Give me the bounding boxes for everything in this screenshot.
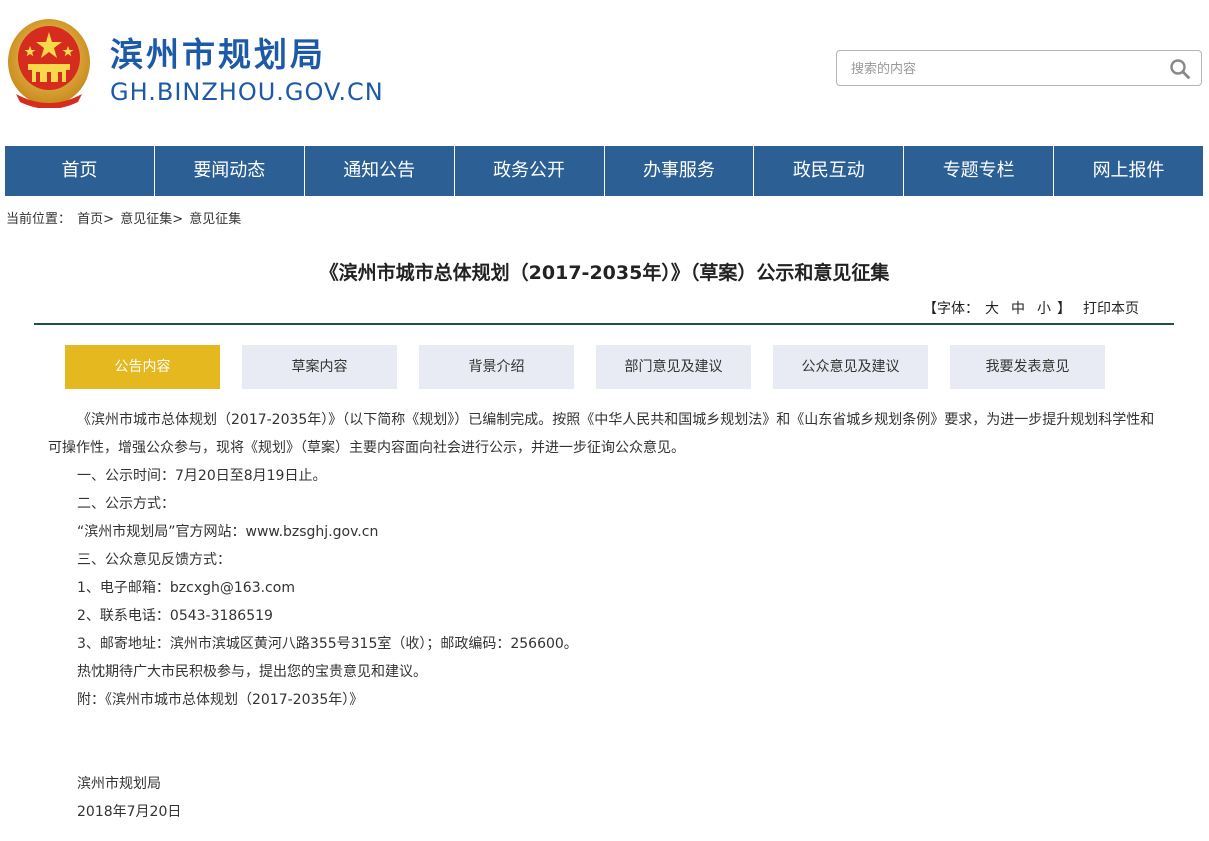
search-input[interactable]	[851, 59, 1151, 79]
nav-item-services[interactable]: 办事服务	[605, 146, 755, 196]
content-tabs: 公告内容 草案内容 背景介绍 部门意见及建议 公众意见及建议 我要发表意见	[65, 345, 1127, 389]
nav-item-news[interactable]: 要闻动态	[155, 146, 305, 196]
content-line: 一、公示时间：7月20日至8月19日止。	[77, 468, 327, 484]
content-line: 三、公众意见反馈方式：	[77, 552, 231, 568]
article-title: 《滨州市城市总体规划（2017-2035年）》（草案）公示和意见征集	[319, 262, 890, 284]
font-size-close-bracket: 】	[1057, 301, 1071, 317]
content-line: “滨州市规划局”官方网站：www.bzsghj.gov.cn	[77, 524, 379, 540]
tab-background[interactable]: 背景介绍	[419, 345, 574, 389]
main-nav: 首页 要闻动态 通知公告 政务公开 办事服务 政民互动 专题专栏 网上报件	[5, 146, 1203, 196]
font-size-label: 【字体：	[923, 301, 979, 317]
search-box	[836, 50, 1202, 86]
breadcrumb-label: 当前位置：	[6, 212, 72, 227]
breadcrumb-opinion[interactable]: 意见征集>	[120, 212, 183, 227]
nav-item-topics[interactable]: 专题专栏	[904, 146, 1055, 196]
signature: 滨州市规划局	[77, 776, 161, 792]
nav-item-interaction[interactable]: 政民互动	[754, 146, 905, 196]
nav-item-gov-affairs[interactable]: 政务公开	[455, 146, 605, 196]
title-divider	[34, 323, 1174, 325]
intro-paragraph: 《滨州市城市总体规划（2017-2035年）》（以下简称《规划》）已编制完成。按…	[48, 412, 1155, 456]
announcement-content: 《滨州市城市总体规划（2017-2035年）》（以下简称《规划》）已编制完成。按…	[48, 406, 1168, 826]
font-size-large-button[interactable]: 大	[985, 301, 999, 317]
tab-public-opinions[interactable]: 公众意见及建议	[773, 345, 928, 389]
tab-department-opinions[interactable]: 部门意见及建议	[596, 345, 751, 389]
search-icon[interactable]	[1169, 58, 1191, 80]
print-page-button[interactable]: 打印本页	[1083, 301, 1139, 317]
breadcrumb-current[interactable]: 意见征集	[189, 212, 241, 227]
nav-item-home[interactable]: 首页	[5, 146, 155, 196]
tab-announcement[interactable]: 公告内容	[65, 345, 220, 389]
breadcrumb: 当前位置： 首页> 意见征集> 意见征集	[6, 208, 243, 227]
content-line: 1、电子邮箱：bzcxgh@163.com	[77, 580, 295, 596]
content-line: 二、公示方式：	[77, 496, 175, 512]
publish-date: 2018年7月20日	[77, 804, 182, 820]
site-title[interactable]: 滨州市规划局	[110, 28, 326, 76]
font-size-medium-button[interactable]: 中	[1011, 301, 1025, 317]
site-domain[interactable]: GH.BINZHOU.GOV.CN	[110, 78, 384, 106]
article-tools: 【字体： 大中小】打印本页	[923, 298, 1139, 318]
nav-item-online-filing[interactable]: 网上报件	[1054, 146, 1203, 196]
national-emblem-icon[interactable]	[6, 16, 92, 108]
site-header: 滨州市规划局 GH.BINZHOU.GOV.CN	[0, 0, 1209, 140]
tab-draft[interactable]: 草案内容	[242, 345, 397, 389]
tab-submit-opinion[interactable]: 我要发表意见	[950, 345, 1105, 389]
font-size-small-button[interactable]: 小	[1037, 301, 1051, 317]
content-line: 热忱期待广大市民积极参与，提出您的宝贵意见和建议。	[77, 664, 427, 680]
attachment-link[interactable]: 附：《滨州市城市总体规划（2017-2035年）》	[48, 686, 1168, 714]
content-line: 2、联系电话：0543-3186519	[77, 608, 273, 624]
content-line: 3、邮寄地址：滨州市滨城区黄河八路355号315室（收）；邮政编码：256600…	[77, 636, 578, 652]
nav-item-notices[interactable]: 通知公告	[305, 146, 455, 196]
breadcrumb-home[interactable]: 首页>	[77, 212, 114, 227]
